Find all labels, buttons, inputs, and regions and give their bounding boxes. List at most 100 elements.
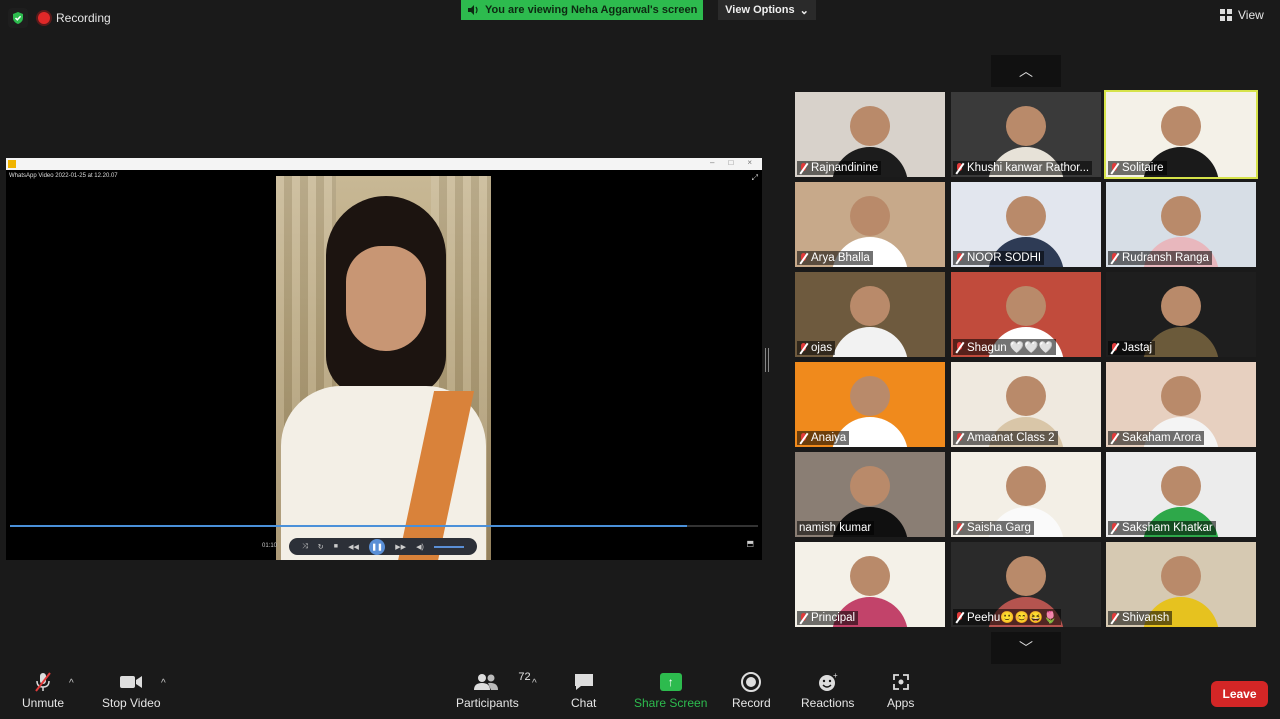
stop-video-label: Stop Video bbox=[102, 696, 161, 710]
expand-icon[interactable]: ⤢ bbox=[752, 173, 758, 183]
participant-face bbox=[1161, 286, 1201, 326]
fullscreen-icon[interactable]: ⬒ bbox=[746, 539, 754, 548]
participant-tile[interactable]: ojas bbox=[795, 272, 945, 357]
participant-tile[interactable]: Arya Bhalla bbox=[795, 182, 945, 267]
mic-muted-icon bbox=[1110, 162, 1119, 174]
apps-label: Apps bbox=[887, 696, 915, 710]
participant-name-tag: Rudransh Ranga bbox=[1108, 251, 1212, 265]
view-button[interactable]: View bbox=[1220, 8, 1264, 22]
chevron-down-icon: ⌄ bbox=[799, 4, 809, 17]
volume-slider[interactable] bbox=[433, 545, 464, 548]
mic-muted-icon bbox=[799, 432, 808, 444]
share-screen-button[interactable]: ↑ Share Screen bbox=[634, 672, 707, 710]
chevron-down-icon: ﹀ bbox=[1019, 640, 1033, 656]
participant-name-tag: Sakaham Arora bbox=[1108, 431, 1205, 445]
view-options-button[interactable]: View Options ⌄ bbox=[718, 0, 816, 20]
meeting-toolbar: Unmute ^ Stop Video ^ 72 Participants ^ … bbox=[0, 664, 1280, 719]
participant-tile[interactable]: Jastaj bbox=[1106, 272, 1256, 357]
participant-tile[interactable]: Principal bbox=[795, 542, 945, 627]
reactions-button[interactable]: + Reactions bbox=[801, 672, 854, 710]
shared-screen[interactable]: – □ × WhatsApp Video 2022-01-25 at 12.20… bbox=[6, 158, 762, 560]
participant-name-tag: Jastaj bbox=[1108, 341, 1156, 355]
participant-face bbox=[850, 106, 890, 146]
stop-icon[interactable]: ■ bbox=[334, 543, 338, 550]
participant-name: ojas bbox=[811, 342, 833, 354]
chat-label: Chat bbox=[571, 696, 597, 710]
participant-name-tag: Rajnandinine bbox=[797, 161, 882, 175]
mic-muted-icon bbox=[1110, 342, 1119, 354]
participant-tile[interactable]: namish kumar bbox=[795, 452, 945, 537]
chat-button[interactable]: Chat bbox=[571, 672, 596, 710]
participants-caret-icon[interactable]: ^ bbox=[532, 678, 537, 689]
participant-face bbox=[1006, 556, 1046, 596]
participant-face bbox=[850, 466, 890, 506]
mic-muted-icon bbox=[1110, 252, 1119, 264]
repeat-icon[interactable]: ↻ bbox=[318, 543, 324, 551]
security-shield-icon[interactable] bbox=[8, 8, 28, 28]
video-frame[interactable] bbox=[276, 176, 491, 560]
media-player-icon bbox=[8, 160, 16, 168]
participants-icon: 72 bbox=[474, 671, 531, 692]
participants-count: 72 bbox=[518, 671, 531, 683]
participant-tile[interactable]: Saksham Khatkar bbox=[1106, 452, 1256, 537]
participant-name: Sakaham Arora bbox=[1122, 432, 1202, 444]
volume-icon[interactable]: ◀) bbox=[416, 543, 424, 551]
participant-name-tag: Principal bbox=[797, 611, 859, 625]
participant-tile[interactable]: Solitaire bbox=[1104, 90, 1258, 179]
participant-tile[interactable]: NOOR SODHI bbox=[951, 182, 1101, 267]
mic-muted-icon bbox=[955, 611, 964, 623]
banner-text: You are viewing Neha Aggarwal's screen bbox=[485, 4, 698, 16]
participant-face bbox=[1161, 106, 1201, 146]
close-icon[interactable]: × bbox=[747, 158, 752, 167]
participant-tile[interactable]: Rajnandinine bbox=[795, 92, 945, 177]
elapsed-time: 01:10 bbox=[262, 543, 278, 549]
mic-muted-icon bbox=[799, 162, 808, 174]
participant-name-tag: namish kumar bbox=[797, 521, 875, 535]
maximize-icon[interactable]: □ bbox=[728, 158, 733, 167]
participant-name: Jastaj bbox=[1122, 342, 1153, 354]
participant-tile[interactable]: Anaiya bbox=[795, 362, 945, 447]
pause-icon[interactable]: ❚❚ bbox=[369, 538, 386, 555]
participant-tile[interactable]: Rudransh Ranga bbox=[1106, 182, 1256, 267]
split-drag-handle[interactable] bbox=[765, 348, 769, 372]
record-button[interactable]: Record bbox=[732, 672, 771, 710]
participants-button[interactable]: 72 Participants bbox=[456, 671, 531, 710]
participant-tile[interactable]: Shagun 🤍🤍🤍 bbox=[951, 272, 1101, 357]
share-screen-icon: ↑ bbox=[659, 673, 682, 691]
participant-name: Rudransh Ranga bbox=[1122, 252, 1209, 264]
grid-icon bbox=[1220, 9, 1232, 21]
minimize-icon[interactable]: – bbox=[710, 158, 714, 167]
participant-name-tag: Saisha Garg bbox=[953, 521, 1034, 535]
participant-tile[interactable]: Khushi kanwar Rathor... bbox=[951, 92, 1101, 177]
speaker-face bbox=[346, 246, 426, 351]
participant-name-tag: NOOR SODHI bbox=[953, 251, 1045, 265]
shuffle-icon[interactable]: ⤨ bbox=[302, 543, 308, 551]
participant-tile[interactable]: Shivansh bbox=[1106, 542, 1256, 627]
participant-tile[interactable]: Sakaham Arora bbox=[1106, 362, 1256, 447]
video-options-caret-icon[interactable]: ^ bbox=[161, 678, 166, 689]
unmute-button[interactable]: Unmute bbox=[22, 672, 64, 710]
previous-icon[interactable]: ◀◀ bbox=[348, 543, 359, 551]
participant-name-tag: Amaanat Class 2 bbox=[953, 431, 1058, 445]
svg-text:+: + bbox=[833, 672, 838, 680]
mic-muted-icon bbox=[955, 252, 964, 264]
participant-face bbox=[1161, 556, 1201, 596]
recording-indicator[interactable]: Recording bbox=[38, 11, 111, 25]
mic-muted-icon bbox=[955, 432, 964, 444]
gallery-prev-button[interactable]: ︿ bbox=[991, 55, 1061, 87]
seek-bar[interactable] bbox=[10, 525, 758, 527]
audio-options-caret-icon[interactable]: ^ bbox=[69, 678, 74, 689]
participant-tile[interactable]: Peehu🙂😊😆🌷 bbox=[951, 542, 1101, 627]
gallery-next-button[interactable]: ﹀ bbox=[991, 632, 1061, 664]
participant-tile[interactable]: Saisha Garg bbox=[951, 452, 1101, 537]
player-controls: ⤨ ↻ ■ ◀◀ ❚❚ ▶▶ ◀) bbox=[289, 538, 477, 555]
apps-button[interactable]: Apps bbox=[887, 672, 914, 710]
participant-tile[interactable]: Amaanat Class 2 bbox=[951, 362, 1101, 447]
participant-name-tag: ojas bbox=[797, 341, 836, 355]
next-icon[interactable]: ▶▶ bbox=[395, 543, 406, 551]
leave-button[interactable]: Leave bbox=[1211, 681, 1268, 707]
participant-name: Saksham Khatkar bbox=[1122, 522, 1213, 534]
participant-face bbox=[1006, 196, 1046, 236]
mic-muted-icon bbox=[799, 342, 808, 354]
stop-video-button[interactable]: Stop Video bbox=[102, 672, 161, 710]
